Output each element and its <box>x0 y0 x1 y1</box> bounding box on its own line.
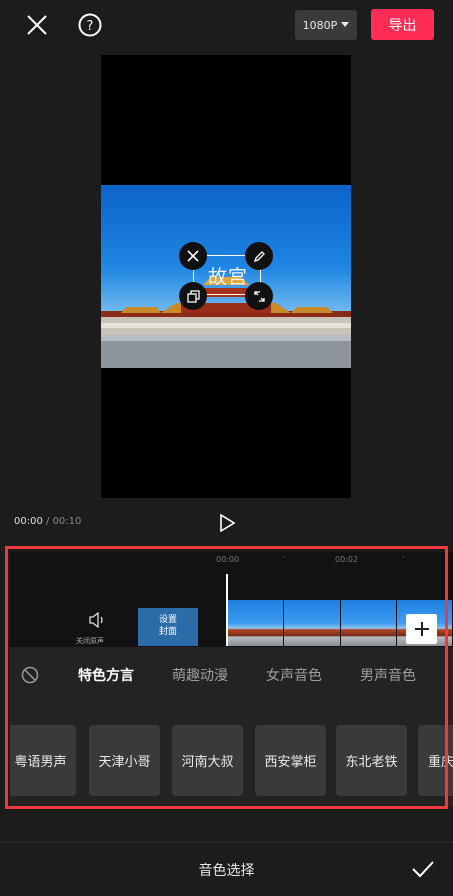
rotate-overlay-button[interactable] <box>245 282 273 310</box>
current-time: 00:00 <box>14 516 43 527</box>
delete-overlay-button[interactable] <box>179 242 207 270</box>
pencil-icon <box>253 250 265 262</box>
svg-text:?: ? <box>87 19 94 34</box>
resolution-label: 1080P <box>302 18 338 32</box>
play-icon[interactable] <box>215 511 239 535</box>
resolution-dropdown[interactable]: 1080P <box>295 10 357 40</box>
edit-overlay-button[interactable] <box>245 242 273 270</box>
bottom-title: 音色选择 <box>198 863 255 879</box>
playback-time: 00:00 / 00:10 <box>14 516 81 527</box>
export-button[interactable]: 导出 <box>371 9 434 40</box>
caret-down-icon <box>341 22 350 27</box>
close-icon[interactable] <box>24 12 50 38</box>
total-time: 00:10 <box>52 516 82 527</box>
time-separator: / <box>42 516 53 527</box>
confirm-check-icon[interactable] <box>410 856 436 882</box>
copy-icon <box>186 289 200 303</box>
help-icon[interactable]: ? <box>77 12 103 38</box>
copy-overlay-button[interactable] <box>179 282 207 310</box>
resize-icon <box>253 290 265 302</box>
close-icon <box>187 250 199 262</box>
highlight-box <box>5 546 448 809</box>
